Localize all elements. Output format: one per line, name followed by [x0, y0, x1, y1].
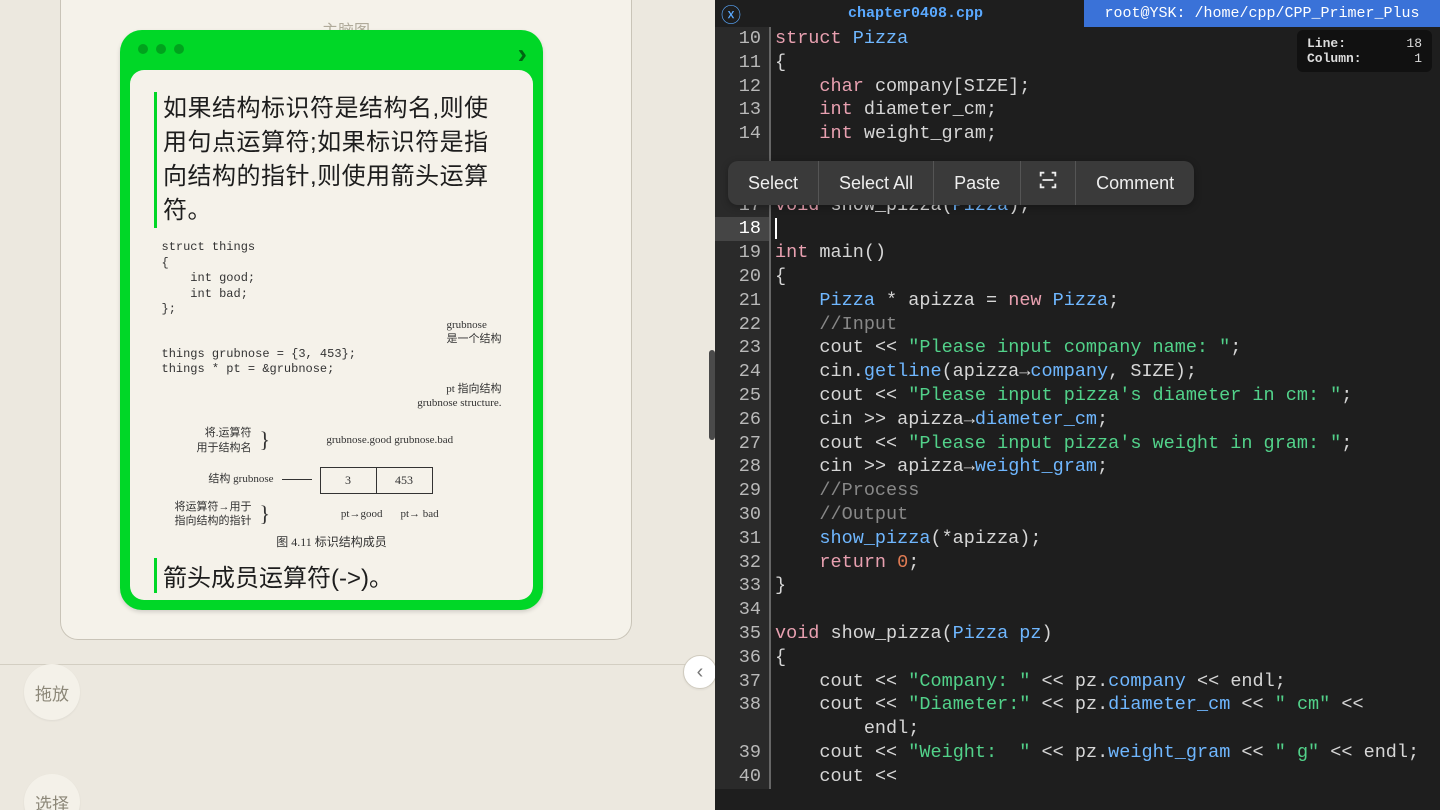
terminal-tab[interactable]: root@YSK: /home/cpp/CPP_Primer_Plus	[1084, 0, 1440, 27]
ctx-comment-label: Comment	[1096, 173, 1174, 194]
file-tab-label: chapter0408.cpp	[848, 5, 983, 22]
arrow-right-icon[interactable]: ›	[518, 38, 527, 70]
diagram-code-2: things grubnose = {3, 453}; things * pt …	[162, 347, 502, 378]
ctx-paste-label: Paste	[954, 173, 1000, 194]
diagram-pt-line1: pt 指向结构	[162, 382, 502, 396]
code-area[interactable]: 10struct Pizza 11{ 12 char company[SIZE]…	[715, 27, 1440, 810]
note-paragraph: 如果结构标识符是结构名,则使用句点运算符;如果标识符是指向结构的指针,则使用箭头…	[154, 92, 509, 228]
ctx-scan[interactable]	[1021, 161, 1076, 205]
diagram-cell-bad: 453	[376, 467, 432, 493]
ctx-select[interactable]: Select	[728, 161, 819, 205]
close-icon: ⓧ	[721, 0, 741, 29]
close-tab-button[interactable]: ⓧ	[715, 0, 747, 27]
diagram-caption: 图 4.11 标识结构成员	[162, 535, 502, 551]
diagram-pt-line2: grubnose structure.	[162, 396, 502, 410]
note-card-body: 如果结构标识符是结构名,则使用句点运算符;如果标识符是指向结构的指针,则使用箭头…	[130, 70, 533, 600]
struct-diagram: struct things { int good; int bad; }; gr…	[162, 240, 502, 550]
ctx-paste[interactable]: Paste	[934, 161, 1021, 205]
ctx-select-label: Select	[748, 173, 798, 194]
collapse-handle[interactable]: ‹	[683, 655, 717, 689]
drag-button-label: 拖放	[35, 680, 69, 705]
diagram-struct-label: 结构 grubnose	[162, 472, 274, 486]
ctx-comment[interactable]: Comment	[1076, 161, 1194, 205]
context-menu: Select Select All Paste Comment	[728, 161, 1194, 205]
drag-button[interactable]: 拖放	[24, 664, 80, 720]
diagram-dot-label-a: 将.运算符	[162, 426, 252, 440]
file-tab[interactable]: chapter0408.cpp	[747, 0, 1084, 27]
ctx-select-all-label: Select All	[839, 173, 913, 194]
ctx-select-all[interactable]: Select All	[819, 161, 934, 205]
diagram-cell-good: 3	[320, 467, 376, 493]
diagram-arrow-label-a: 将运算符→用于	[162, 500, 252, 514]
editor-tabs: ⓧ chapter0408.cpp root@YSK: /home/cpp/CP…	[715, 0, 1440, 27]
note-paragraph-2: 箭头成员运算符(->)。	[154, 558, 509, 593]
divider	[0, 664, 715, 665]
select-button-label: 选择	[35, 790, 69, 810]
diagram-memory-table: 3 453	[320, 467, 433, 494]
diagram-code-1: struct things { int good; int bad; };	[162, 240, 502, 318]
note-card[interactable]: › 如果结构标识符是结构名,则使用句点运算符;如果标识符是指向结构的指针,则使用…	[120, 30, 543, 610]
select-button[interactable]: 选择	[24, 774, 80, 810]
diagram-grubnose-label: grubnose	[447, 318, 502, 332]
scan-icon	[1037, 169, 1059, 197]
diagram-dot-label-b: 用于结构名	[162, 441, 252, 455]
diagram-pt-bad: pt→ bad	[400, 507, 438, 521]
chevron-left-icon: ‹	[697, 661, 704, 684]
diagram-member-labels: grubnose.good grubnose.bad	[278, 433, 501, 447]
traffic-lights-icon	[138, 44, 184, 54]
diagram-grubnose-desc: 是一个结构	[447, 332, 502, 346]
diagram-pt-good: pt→good	[341, 507, 383, 521]
terminal-tab-label: root@YSK: /home/cpp/CPP_Primer_Plus	[1104, 5, 1419, 22]
code-editor-pane: ⓧ chapter0408.cpp root@YSK: /home/cpp/CP…	[715, 0, 1440, 810]
diagram-arrow-label-b: 指向结构的指针	[162, 514, 252, 528]
notes-pane: 主脑图 ﹀ › 如果结构标识符是结构名,则使用句点运算符;如果标识符是指向结构的…	[0, 0, 715, 810]
note-card-header: ›	[120, 30, 543, 64]
